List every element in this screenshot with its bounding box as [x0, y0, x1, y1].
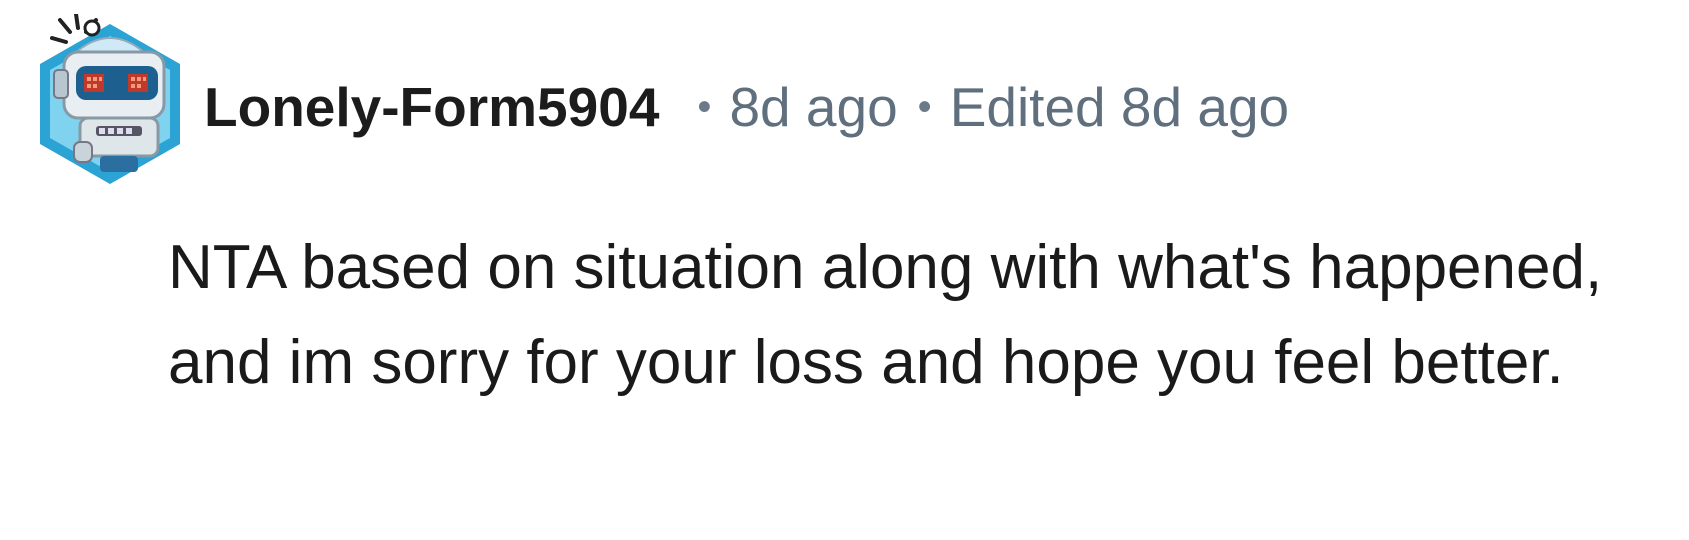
- posted-time[interactable]: 8d ago: [729, 75, 897, 139]
- comment-meta: Lonely-Form5904 • 8d ago • Edited 8d ago: [204, 75, 1289, 139]
- author-username[interactable]: Lonely-Form5904: [204, 75, 659, 139]
- meta-separator: •: [917, 85, 932, 129]
- comment-header: Lonely-Form5904 • 8d ago • Edited 8d ago: [30, 14, 1289, 194]
- meta-separator: •: [697, 85, 712, 129]
- edited-time: Edited 8d ago: [949, 76, 1290, 138]
- comment: Lonely-Form5904 • 8d ago • Edited 8d ago…: [0, 0, 1689, 540]
- comment-body: NTA based on situation along with what's…: [168, 233, 1603, 397]
- avatar[interactable]: [30, 14, 190, 194]
- robot-avatar-icon: [40, 14, 180, 184]
